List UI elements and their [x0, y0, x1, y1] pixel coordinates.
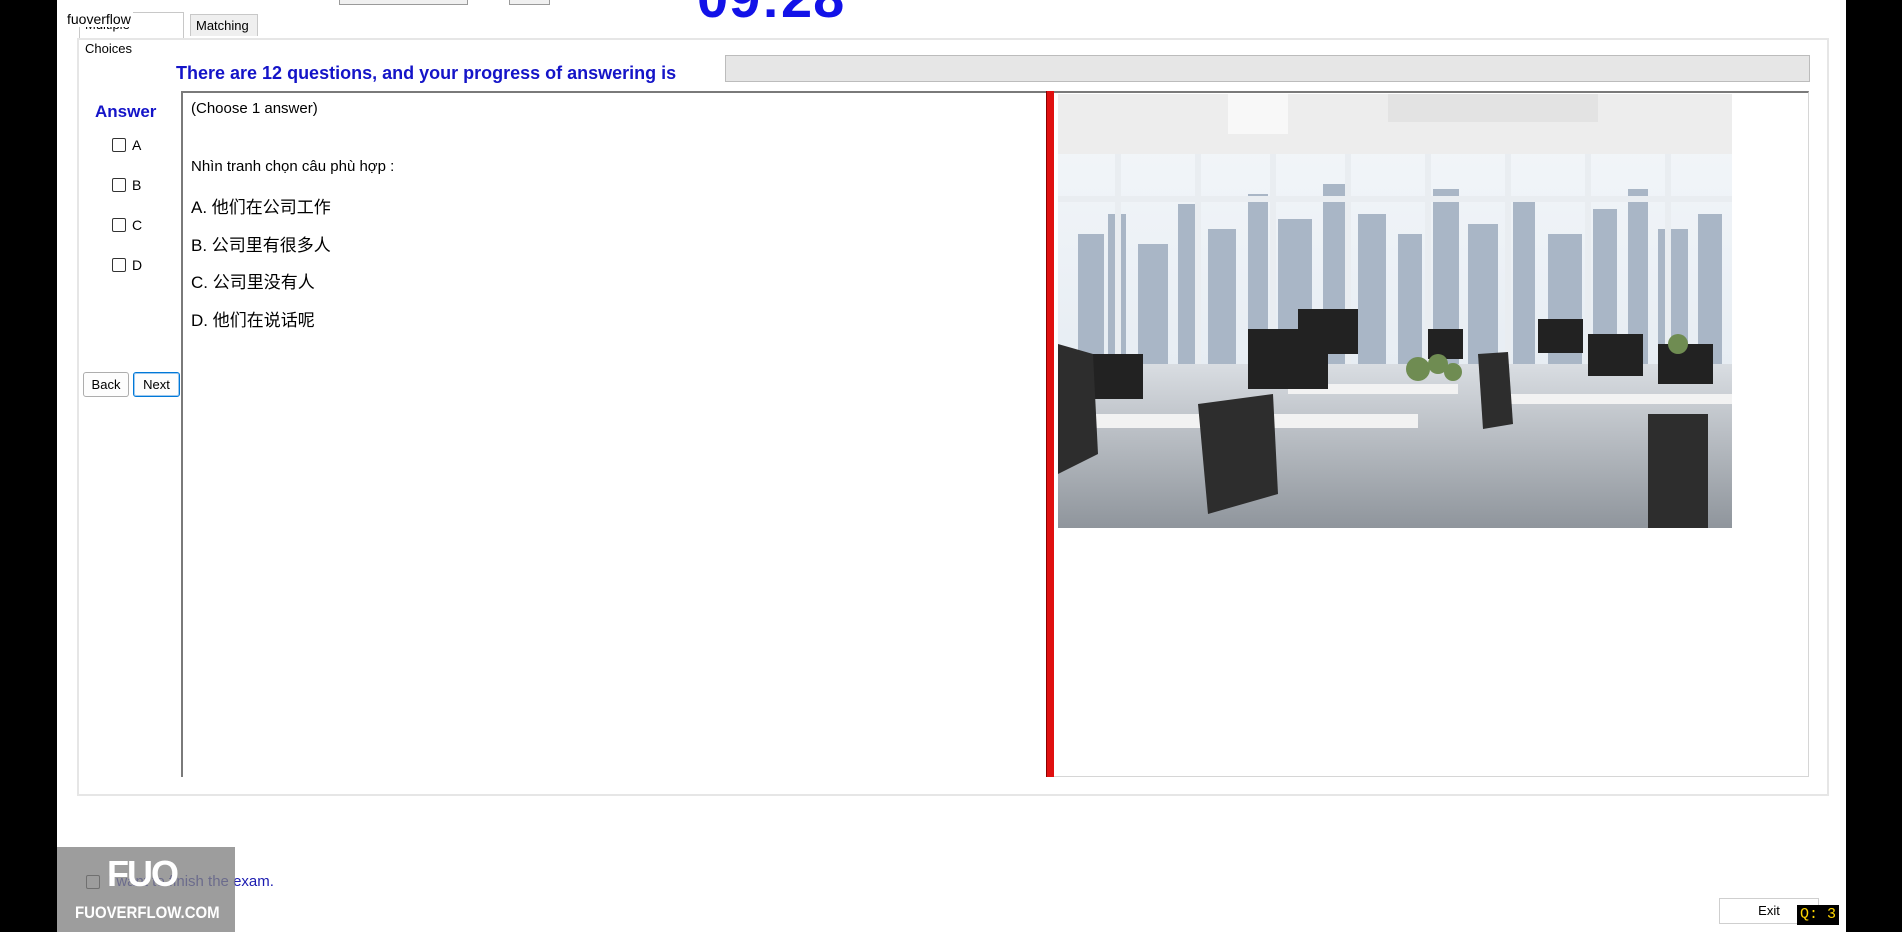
watermark-text: FUOVERFLOW.COM	[75, 903, 220, 922]
panel-splitter[interactable]	[1046, 91, 1054, 777]
watermark: FUO FUOVERFLOW.COM	[57, 847, 235, 932]
back-button[interactable]: Back	[83, 372, 129, 397]
question-indicator: Q: 3	[1797, 905, 1840, 925]
choice-c: C. 公司里没有人	[191, 273, 315, 292]
answer-heading: Answer	[95, 102, 157, 121]
next-button[interactable]: Next	[133, 372, 180, 397]
exam-timer: 09:28	[697, 0, 845, 26]
watermark-logo: FUO	[107, 853, 179, 894]
answer-option-label: B	[132, 177, 142, 193]
answer-option-d[interactable]: D	[112, 257, 142, 273]
choice-a: A. 他们在公司工作	[191, 198, 331, 217]
choice-d: D. 他们在说话呢	[191, 311, 315, 330]
top-dropdown[interactable]	[339, 0, 468, 5]
office-photo	[1058, 94, 1732, 528]
brand-label: fuoverflow	[65, 11, 133, 27]
answer-option-label: D	[132, 257, 143, 273]
question-instruction: (Choose 1 answer)	[191, 100, 318, 117]
answer-option-label: C	[132, 217, 143, 233]
answer-option-c[interactable]: C	[112, 217, 142, 233]
progress-bar	[725, 55, 1810, 82]
exam-window: 09:28 fuoverflow Multiple Choices Matchi…	[57, 0, 1846, 932]
answer-option-a[interactable]: A	[112, 137, 141, 153]
checkbox-d[interactable]	[112, 258, 126, 272]
top-spinner[interactable]	[509, 0, 550, 5]
checkbox-b[interactable]	[112, 178, 126, 192]
checkbox-a[interactable]	[112, 138, 126, 152]
checkbox-c[interactable]	[112, 218, 126, 232]
tab-matching[interactable]: Matching	[190, 14, 258, 36]
answer-option-b[interactable]: B	[112, 177, 141, 193]
answer-option-label: A	[132, 137, 142, 153]
question-prompt: Nhìn tranh chọn câu phù hợp :	[191, 158, 395, 175]
choice-b: B. 公司里有很多人	[191, 236, 331, 255]
progress-label: There are 12 questions, and your progres…	[176, 63, 677, 83]
